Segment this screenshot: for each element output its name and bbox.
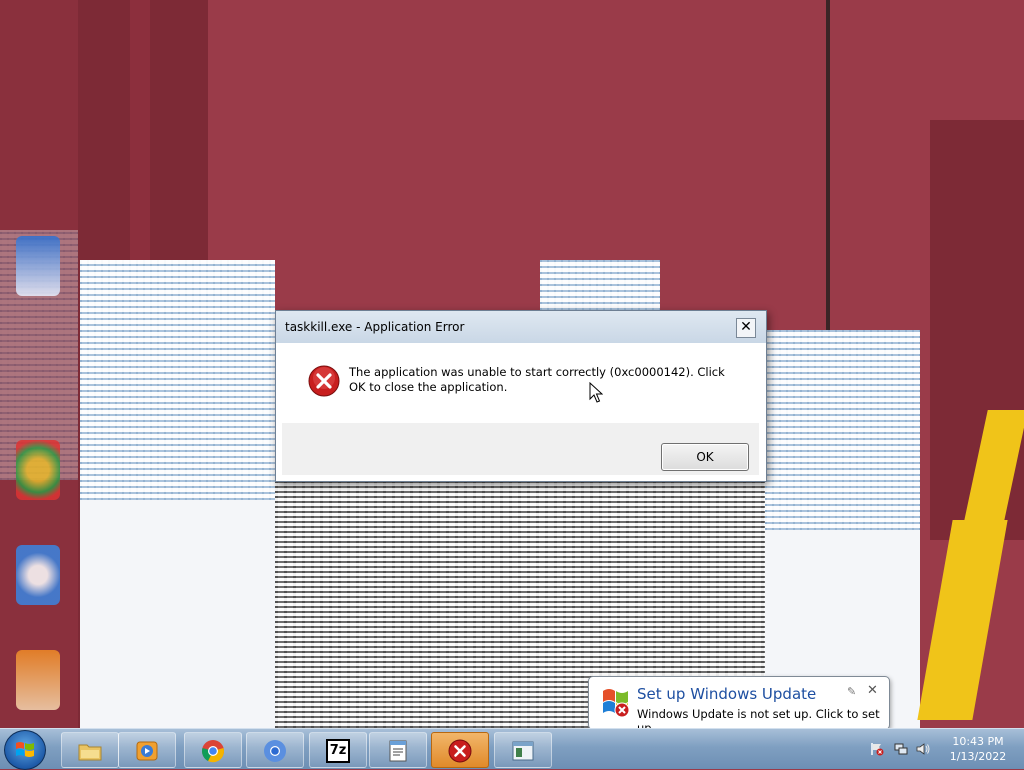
ok-button[interactable]: OK bbox=[661, 443, 749, 471]
desktop-icon[interactable] bbox=[16, 236, 60, 296]
windows-start-icon bbox=[16, 742, 34, 757]
notepad-icon bbox=[389, 740, 407, 762]
glitch-band bbox=[0, 0, 78, 728]
dialog-message: The application was unable to start corr… bbox=[349, 365, 725, 394]
dialog-title: taskkill.exe - Application Error bbox=[285, 320, 465, 334]
chromium-icon bbox=[264, 740, 286, 762]
windows-update-balloon[interactable]: Set up Windows Update Windows Update is … bbox=[588, 676, 890, 738]
media-player-icon bbox=[136, 741, 158, 761]
glitch-region bbox=[80, 260, 275, 500]
desktop-icon[interactable] bbox=[16, 650, 60, 710]
glitch-line bbox=[826, 0, 830, 330]
dialog-body: The application was unable to start corr… bbox=[282, 343, 759, 475]
balloon-close-button[interactable]: ✕ bbox=[867, 683, 878, 698]
7zip-icon: 7z bbox=[326, 739, 350, 763]
error-icon bbox=[448, 739, 472, 763]
volume-icon[interactable] bbox=[916, 742, 930, 756]
glitch-region bbox=[540, 260, 660, 310]
clock-time: 10:43 PM bbox=[952, 735, 1004, 748]
windows-flag-error-icon bbox=[603, 689, 630, 718]
desktop-icon[interactable] bbox=[16, 440, 60, 500]
taskbar-item-media-player[interactable] bbox=[118, 732, 176, 768]
error-dialog: taskkill.exe - Application Error ✕ The a… bbox=[275, 310, 767, 482]
start-button[interactable] bbox=[4, 730, 46, 770]
taskbar-item-7zip[interactable]: 7z bbox=[309, 732, 367, 768]
window-icon bbox=[512, 741, 534, 761]
system-tray: 10:43 PM 1/13/2022 bbox=[864, 729, 1024, 769]
mouse-cursor-icon bbox=[589, 382, 603, 403]
glitch-yellow bbox=[917, 520, 1008, 720]
clock-date: 1/13/2022 bbox=[949, 750, 1007, 763]
taskbar-item-chromium[interactable] bbox=[246, 732, 304, 768]
balloon-title[interactable]: Set up Windows Update bbox=[637, 685, 816, 703]
taskbar-item-window[interactable] bbox=[494, 732, 552, 768]
action-center-error-icon[interactable] bbox=[870, 742, 884, 756]
network-icon[interactable] bbox=[894, 742, 908, 756]
taskbar-item-chrome[interactable] bbox=[184, 732, 242, 768]
desktop-icon[interactable] bbox=[16, 545, 60, 605]
folder-icon bbox=[78, 744, 102, 761]
taskbar-item-explorer[interactable] bbox=[61, 732, 119, 768]
taskbar-clock[interactable]: 10:43 PM 1/13/2022 bbox=[944, 734, 1012, 764]
taskbar: 7z 10:43 PM 1/13/2022 bbox=[0, 728, 1024, 770]
taskbar-item-error-window[interactable] bbox=[431, 732, 489, 768]
taskbar-item-notepad[interactable] bbox=[369, 732, 427, 768]
glitch-region bbox=[765, 330, 920, 530]
pin-icon[interactable]: ✎ bbox=[847, 685, 856, 698]
dialog-title-bar[interactable]: taskkill.exe - Application Error ✕ bbox=[276, 311, 766, 343]
dialog-close-button[interactable]: ✕ bbox=[736, 318, 756, 338]
dialog-footer: OK bbox=[282, 423, 759, 475]
chrome-icon bbox=[202, 740, 224, 763]
error-icon bbox=[308, 365, 340, 397]
